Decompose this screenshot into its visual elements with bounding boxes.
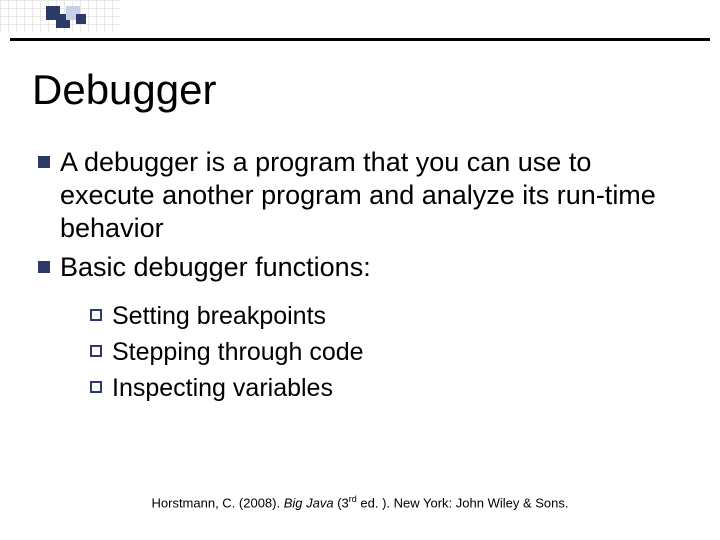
citation-title: Big Java: [284, 495, 337, 510]
square-icon: [76, 14, 86, 24]
bullet-text: Inspecting variables: [112, 372, 333, 404]
bullet-level1: Basic debugger functions:: [38, 251, 678, 284]
slide-body: A debugger is a program that you can use…: [38, 146, 678, 408]
bullet-text: A debugger is a program that you can use…: [60, 146, 678, 245]
bullet-filled-square-icon: [38, 261, 50, 273]
horizontal-rule: [10, 38, 710, 41]
slide: Debugger A debugger is a program that yo…: [0, 0, 720, 540]
bullet-text: Setting breakpoints: [112, 300, 326, 332]
bullet-text: Basic debugger functions:: [60, 251, 371, 284]
bullet-level1: A debugger is a program that you can use…: [38, 146, 678, 245]
bullet-level2: Inspecting variables: [90, 372, 678, 404]
citation-edition-sup: rd: [349, 494, 357, 504]
slide-title: Debugger: [32, 66, 216, 114]
bullet-hollow-square-icon: [90, 309, 102, 321]
citation-edition-open: (3: [337, 495, 349, 510]
bullet-level2: Stepping through code: [90, 336, 678, 368]
header-decoration: [0, 0, 720, 48]
sub-bullet-group: Setting breakpoints Stepping through cod…: [90, 300, 678, 404]
bullet-filled-square-icon: [38, 156, 50, 168]
bullet-hollow-square-icon: [90, 345, 102, 357]
citation: Horstmann, C. (2008). Big Java (3rd ed. …: [0, 494, 720, 510]
bullet-text: Stepping through code: [112, 336, 364, 368]
citation-author: Horstmann, C. (2008).: [152, 495, 284, 510]
bullet-hollow-square-icon: [90, 381, 102, 393]
citation-edition-rest: ed. ). New York: John Wiley & Sons.: [357, 495, 569, 510]
bullet-level2: Setting breakpoints: [90, 300, 678, 332]
